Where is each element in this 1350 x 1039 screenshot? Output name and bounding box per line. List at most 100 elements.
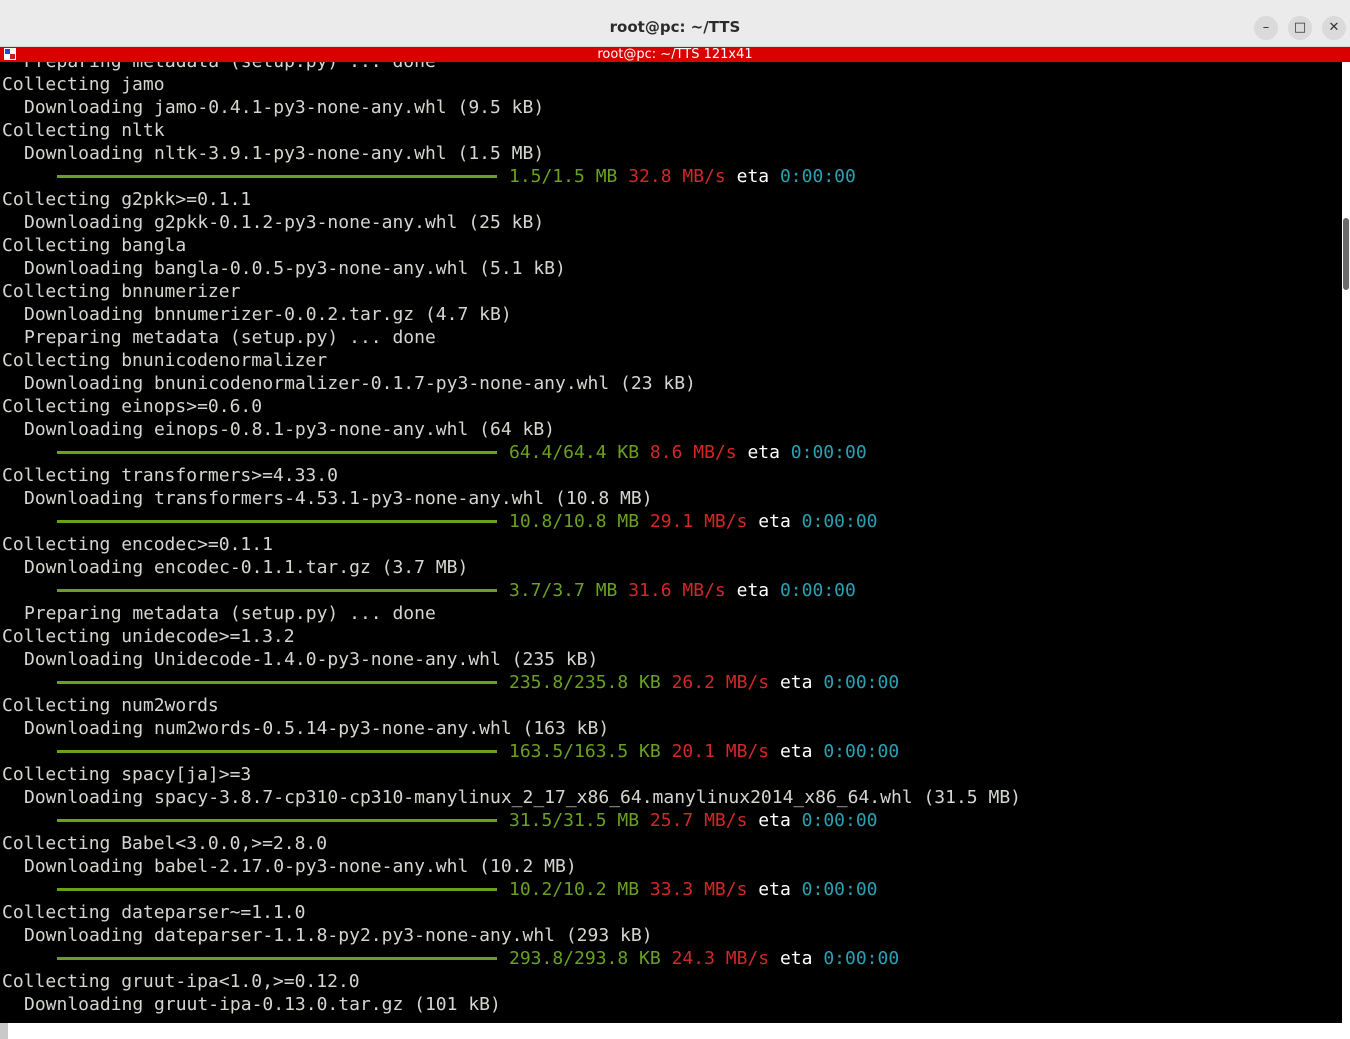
terminal-lines: Preparing metadata (setup.py) ... doneCo…	[2, 62, 1021, 1016]
maximize-button[interactable]: □	[1288, 16, 1312, 40]
progress-line: 1.5/1.5 MB 32.8 MB/s eta 0:00:00	[2, 165, 1021, 188]
progress-eta: 0:00:00	[801, 810, 878, 831]
line-text: Collecting bangla	[2, 235, 187, 256]
line-text: Collecting encodec>=0.1.1	[2, 534, 273, 555]
output-line-indented: Preparing metadata (setup.py) ... done	[2, 602, 1021, 625]
terminal-tab-bar[interactable]: root@pc: ~/TTS 121x41	[0, 47, 1350, 62]
output-line-indented: Downloading jamo-0.4.1-py3-none-any.whl …	[2, 96, 1021, 119]
line-text: Collecting Babel<3.0.0,>=2.8.0	[2, 833, 328, 854]
line-text: Downloading spacy-3.8.7-cp310-cp310-many…	[24, 787, 1021, 808]
progress-line: 10.8/10.8 MB 29.1 MB/s eta 0:00:00	[2, 510, 1021, 533]
output-line-indented: Downloading babel-2.17.0-py3-none-any.wh…	[2, 855, 1021, 878]
output-line: Collecting g2pkk>=0.1.1	[2, 188, 1021, 211]
line-text: Downloading transformers-4.53.1-py3-none…	[24, 488, 653, 509]
progress-bar	[57, 818, 497, 822]
progress-size: 3.7/3.7 MB	[509, 580, 618, 601]
line-text: Preparing metadata (setup.py) ... done	[24, 327, 436, 348]
line-text: Collecting dateparser~=1.1.0	[2, 902, 306, 923]
window-title: root@pc: ~/TTS	[609, 18, 741, 36]
progress-line: 235.8/235.8 KB 26.2 MB/s eta 0:00:00	[2, 671, 1021, 694]
progress-line: 10.2/10.2 MB 33.3 MB/s eta 0:00:00	[2, 878, 1021, 901]
output-line-indented: Downloading g2pkk-0.1.2-py3-none-any.whl…	[2, 211, 1021, 234]
output-line: Collecting Babel<3.0.0,>=2.8.0	[2, 832, 1021, 855]
progress-bar	[57, 588, 497, 592]
output-line-indented: Downloading bnunicodenormalizer-0.1.7-py…	[2, 372, 1021, 395]
progress-size: 293.8/293.8 KB	[509, 948, 661, 969]
line-text: Downloading encodec-0.1.1.tar.gz (3.7 MB…	[24, 557, 469, 578]
output-line: Collecting einops>=0.6.0	[2, 395, 1021, 418]
output-line: Collecting bnunicodenormalizer	[2, 349, 1021, 372]
progress-eta-label: eta	[747, 442, 780, 463]
progress-bar	[57, 956, 497, 960]
output-line-indented: Downloading gruut-ipa-0.13.0.tar.gz (101…	[2, 993, 1021, 1016]
line-text: Collecting g2pkk>=0.1.1	[2, 189, 252, 210]
line-text: Downloading g2pkk-0.1.2-py3-none-any.whl…	[24, 212, 545, 233]
minimize-button[interactable]: –	[1254, 16, 1278, 40]
window-bottom-edge	[0, 1023, 1350, 1039]
progress-line: 3.7/3.7 MB 31.6 MB/s eta 0:00:00	[2, 579, 1021, 602]
progress-line: 293.8/293.8 KB 24.3 MB/s eta 0:00:00	[2, 947, 1021, 970]
progress-speed: 31.6 MB/s	[628, 580, 726, 601]
progress-size: 163.5/163.5 KB	[509, 741, 661, 762]
output-line-indented: Downloading Unidecode-1.4.0-py3-none-any…	[2, 648, 1021, 671]
progress-speed: 32.8 MB/s	[628, 166, 726, 187]
progress-eta-label: eta	[758, 879, 791, 900]
progress-size: 10.2/10.2 MB	[509, 879, 640, 900]
line-text: Collecting unidecode>=1.3.2	[2, 626, 295, 647]
output-line-indented: Preparing metadata (setup.py) ... done	[2, 326, 1021, 349]
output-line-indented: Downloading num2words-0.5.14-py3-none-an…	[2, 717, 1021, 740]
line-text: Collecting bnnumerizer	[2, 281, 241, 302]
output-line-indented: Downloading einops-0.8.1-py3-none-any.wh…	[2, 418, 1021, 441]
progress-eta: 0:00:00	[801, 879, 878, 900]
terminal-output[interactable]: Preparing metadata (setup.py) ... doneCo…	[0, 62, 1342, 1023]
progress-eta-label: eta	[758, 810, 791, 831]
line-text: Downloading babel-2.17.0-py3-none-any.wh…	[24, 856, 577, 877]
terminal-scrollbar[interactable]	[1342, 62, 1350, 1023]
progress-eta-label: eta	[779, 672, 813, 693]
progress-eta: 0:00:00	[779, 166, 856, 187]
minimize-icon: –	[1262, 20, 1270, 35]
progress-eta: 0:00:00	[823, 741, 900, 762]
progress-line: 163.5/163.5 KB 20.1 MB/s eta 0:00:00	[2, 740, 1021, 763]
line-text: Downloading bnnumerizer-0.0.2.tar.gz (4.…	[24, 304, 512, 325]
progress-speed: 25.7 MB/s	[649, 810, 748, 831]
progress-eta: 0:00:00	[801, 511, 878, 532]
scrollbar-thumb[interactable]	[1343, 218, 1349, 290]
output-line-indented: Downloading dateparser-1.1.8-py2.py3-non…	[2, 924, 1021, 947]
output-line-indented: Downloading nltk-3.9.1-py3-none-any.whl …	[2, 142, 1021, 165]
output-line: Collecting gruut-ipa<1.0,>=0.12.0	[2, 970, 1021, 993]
line-text: Collecting bnunicodenormalizer	[2, 350, 328, 371]
close-icon: ✕	[1328, 20, 1340, 35]
progress-eta: 0:00:00	[823, 948, 900, 969]
line-text: Preparing metadata (setup.py) ... done	[24, 62, 436, 72]
progress-eta: 0:00:00	[823, 672, 900, 693]
terminal-app-icon	[4, 48, 16, 60]
progress-bar	[57, 749, 497, 753]
progress-eta-label: eta	[779, 948, 813, 969]
progress-size: 10.8/10.8 MB	[509, 511, 640, 532]
output-line: Collecting num2words	[2, 694, 1021, 717]
progress-eta: 0:00:00	[779, 580, 856, 601]
line-text: Collecting jamo	[2, 74, 165, 95]
output-line: Collecting nltk	[2, 119, 1021, 142]
output-line: Collecting spacy[ja]>=3	[2, 763, 1021, 786]
line-text: Downloading num2words-0.5.14-py3-none-an…	[24, 718, 610, 739]
line-text: Downloading nltk-3.9.1-py3-none-any.whl …	[24, 143, 545, 164]
output-line: Collecting dateparser~=1.1.0	[2, 901, 1021, 924]
bottom-left-marker	[0, 1023, 8, 1039]
output-line-indented: Downloading encodec-0.1.1.tar.gz (3.7 MB…	[2, 556, 1021, 579]
line-text: Collecting num2words	[2, 695, 219, 716]
progress-eta-label: eta	[758, 511, 791, 532]
progress-speed: 20.1 MB/s	[671, 741, 770, 762]
terminal-tab-title: root@pc: ~/TTS 121x41	[597, 47, 753, 62]
progress-speed: 26.2 MB/s	[671, 672, 770, 693]
progress-line: 64.4/64.4 KB 8.6 MB/s eta 0:00:00	[2, 441, 1021, 464]
progress-speed: 33.3 MB/s	[649, 879, 748, 900]
line-text: Collecting transformers>=4.33.0	[2, 465, 338, 486]
line-text: Downloading gruut-ipa-0.13.0.tar.gz (101…	[24, 994, 501, 1015]
progress-size: 31.5/31.5 MB	[509, 810, 640, 831]
close-button[interactable]: ✕	[1322, 16, 1346, 40]
line-text: Collecting spacy[ja]>=3	[2, 764, 252, 785]
window-titlebar[interactable]: root@pc: ~/TTS – □ ✕	[0, 0, 1350, 47]
line-text: Collecting nltk	[2, 120, 165, 141]
